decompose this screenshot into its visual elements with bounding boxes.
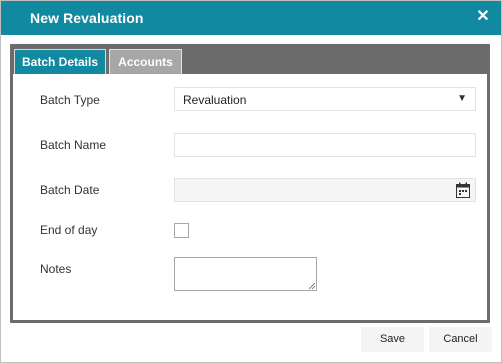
end-of-day-label: End of day	[40, 223, 98, 237]
dialog-title: New Revaluation	[30, 10, 144, 26]
batch-type-label: Batch Type	[40, 93, 100, 107]
dialog-titlebar: New Revaluation ✕	[1, 1, 501, 35]
batch-date-input[interactable]	[174, 178, 476, 202]
end-of-day-checkbox[interactable]	[174, 223, 189, 238]
cancel-button[interactable]: Cancel	[429, 327, 492, 352]
batch-date-label: Batch Date	[40, 183, 100, 197]
close-icon[interactable]: ✕	[475, 9, 491, 25]
chevron-down-icon: ▼	[457, 93, 467, 104]
new-revaluation-dialog: New Revaluation ✕ Batch Details Accounts…	[0, 0, 502, 363]
save-button[interactable]: Save	[361, 327, 424, 352]
batch-name-input[interactable]	[174, 133, 476, 157]
notes-label: Notes	[40, 262, 72, 276]
batch-details-panel: Batch Type Revaluation ▼ Batch Name Batc…	[13, 74, 487, 320]
tab-container: Batch Details Accounts Batch Type Revalu…	[10, 44, 490, 323]
batch-type-select[interactable]: Revaluation ▼	[174, 87, 476, 111]
batch-type-value: Revaluation	[183, 93, 247, 107]
calendar-icon[interactable]	[456, 182, 470, 198]
batch-name-label: Batch Name	[40, 138, 107, 152]
tab-batch-details[interactable]: Batch Details	[14, 49, 106, 74]
resize-grip-icon[interactable]	[309, 283, 315, 289]
tab-accounts[interactable]: Accounts	[109, 49, 182, 74]
notes-textarea[interactable]	[174, 257, 317, 291]
